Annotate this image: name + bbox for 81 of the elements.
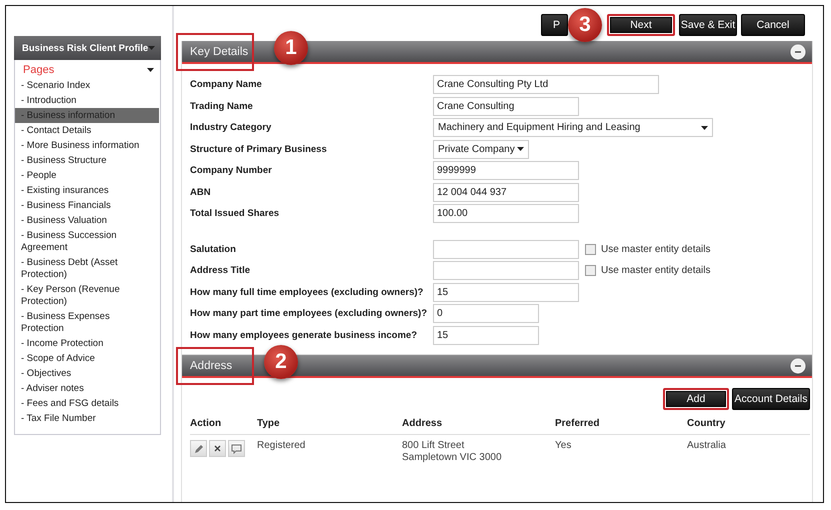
sidebar-item[interactable]: - Introduction — [15, 93, 159, 108]
step-badge: 1 — [274, 31, 308, 65]
column-header: Action — [190, 418, 222, 429]
pages-heading: Pages — [23, 64, 54, 76]
column-header: Address — [402, 418, 444, 429]
sidebar-item[interactable]: - Adviser notes — [15, 381, 159, 396]
edit-button[interactable] — [190, 440, 207, 457]
checkbox-label: Use master entity details — [601, 265, 710, 276]
field-label: Trading Name — [190, 100, 254, 112]
field-label: Salutation — [190, 244, 237, 255]
sidebar-item[interactable]: - Scope of Advice — [15, 351, 159, 366]
section-title: Key Details — [190, 46, 248, 58]
speech-bubble-icon — [231, 444, 242, 454]
input-field[interactable]: 100.00 — [433, 204, 579, 224]
sidebar-item[interactable]: - Business Valuation — [15, 213, 159, 228]
input-field[interactable]: 9999999 — [433, 161, 579, 180]
toolbar-button[interactable]: P — [541, 14, 568, 36]
collapse-icon[interactable] — [790, 358, 806, 374]
sidebar-item[interactable]: - Income Protection — [15, 336, 159, 351]
input-field[interactable] — [433, 240, 579, 259]
input-field[interactable]: 15 — [433, 282, 579, 302]
input-field[interactable]: Crane Consulting Pty Ltd — [433, 75, 659, 94]
cross-icon — [214, 445, 221, 452]
caret-icon — [517, 147, 524, 152]
caret-icon — [701, 126, 708, 130]
caret-icon — [148, 46, 156, 50]
dropdown[interactable]: Private Company — [433, 140, 529, 159]
table-cell-text: 800 Lift Street Sampletown VIC 3000 — [402, 439, 503, 464]
toolbar-button[interactable]: Cancel — [741, 14, 805, 36]
sidebar-item[interactable]: - Contact Details — [15, 123, 159, 138]
checkbox[interactable] — [585, 244, 596, 255]
delete-button[interactable] — [209, 440, 226, 457]
sidebar-item[interactable]: - Objectives — [15, 366, 159, 381]
sidebar-item[interactable]: - People — [15, 168, 159, 183]
sidebar-item[interactable]: - Business Debt (Asset Protection) — [15, 255, 159, 282]
toolbar-button[interactable]: Save & Exit — [679, 14, 737, 36]
field-label: Company Name — [190, 79, 263, 90]
action-button[interactable]: Add — [663, 388, 729, 410]
table-cell-text: Registered — [257, 439, 306, 453]
pencil-icon — [194, 444, 204, 454]
toolbar-button[interactable]: Next — [607, 14, 675, 36]
action-button[interactable]: Account Details — [732, 388, 810, 410]
field-label: How many full time employees (excluding owners)? — [190, 286, 424, 298]
sidebar-item[interactable]: - Key Person (Revenue Protection) — [15, 282, 159, 309]
field-label: How many employees generate business income? — [190, 330, 418, 341]
sidebar-item[interactable]: - Business Financials — [15, 198, 159, 213]
section-title: Address — [190, 360, 232, 372]
sidebar-item[interactable]: - Business Expenses Protection — [15, 309, 159, 336]
step-badge: 2 — [264, 345, 298, 379]
collapse-icon[interactable] — [790, 44, 806, 60]
step-badge: 3 — [568, 8, 602, 42]
field-label: Structure of Primary Business — [190, 144, 328, 155]
column-header: Preferred — [555, 418, 600, 429]
field-label: Total Issued Shares — [190, 208, 280, 220]
field-label: Company Number — [190, 165, 273, 176]
sidebar-item[interactable]: - Tax File Number — [15, 411, 159, 426]
sidebar-item[interactable]: - More Business information — [15, 138, 159, 153]
input-field[interactable]: Crane Consulting — [433, 96, 579, 116]
checkbox[interactable] — [585, 265, 596, 276]
field-label: Industry Category — [190, 122, 272, 134]
caret-icon — [147, 68, 154, 72]
sidebar-item[interactable]: - Existing insurances — [15, 183, 159, 198]
sidebar-item[interactable]: - Scenario Index — [15, 78, 159, 93]
table-cell-text: Australia — [687, 439, 727, 453]
input-field[interactable]: 0 — [433, 304, 539, 324]
input-field[interactable]: 15 — [433, 326, 539, 345]
field-label: Address Title — [190, 265, 252, 276]
sidebar-item[interactable]: - Business Structure — [15, 153, 159, 168]
column-header: Type — [257, 418, 281, 429]
comment-button[interactable] — [228, 440, 245, 457]
column-header: Country — [687, 418, 726, 429]
dropdown[interactable]: Machinery and Equipment Hiring and Leasing — [433, 118, 713, 138]
sidebar-item[interactable]: - Business Succession Agreement — [15, 228, 159, 255]
sidebar-header[interactable]: Business Risk Client Profile — [14, 36, 161, 60]
table-cell-text: Yes — [555, 439, 572, 453]
field-label: ABN — [190, 186, 212, 198]
sidebar-item[interactable]: - Fees and FSG details — [15, 396, 159, 411]
field-label: How many part time employees (excluding owners)? — [190, 308, 428, 320]
input-field[interactable]: 12 004 044 937 — [433, 182, 579, 202]
checkbox-label: Use master entity details — [601, 244, 710, 255]
input-field[interactable] — [433, 261, 579, 280]
